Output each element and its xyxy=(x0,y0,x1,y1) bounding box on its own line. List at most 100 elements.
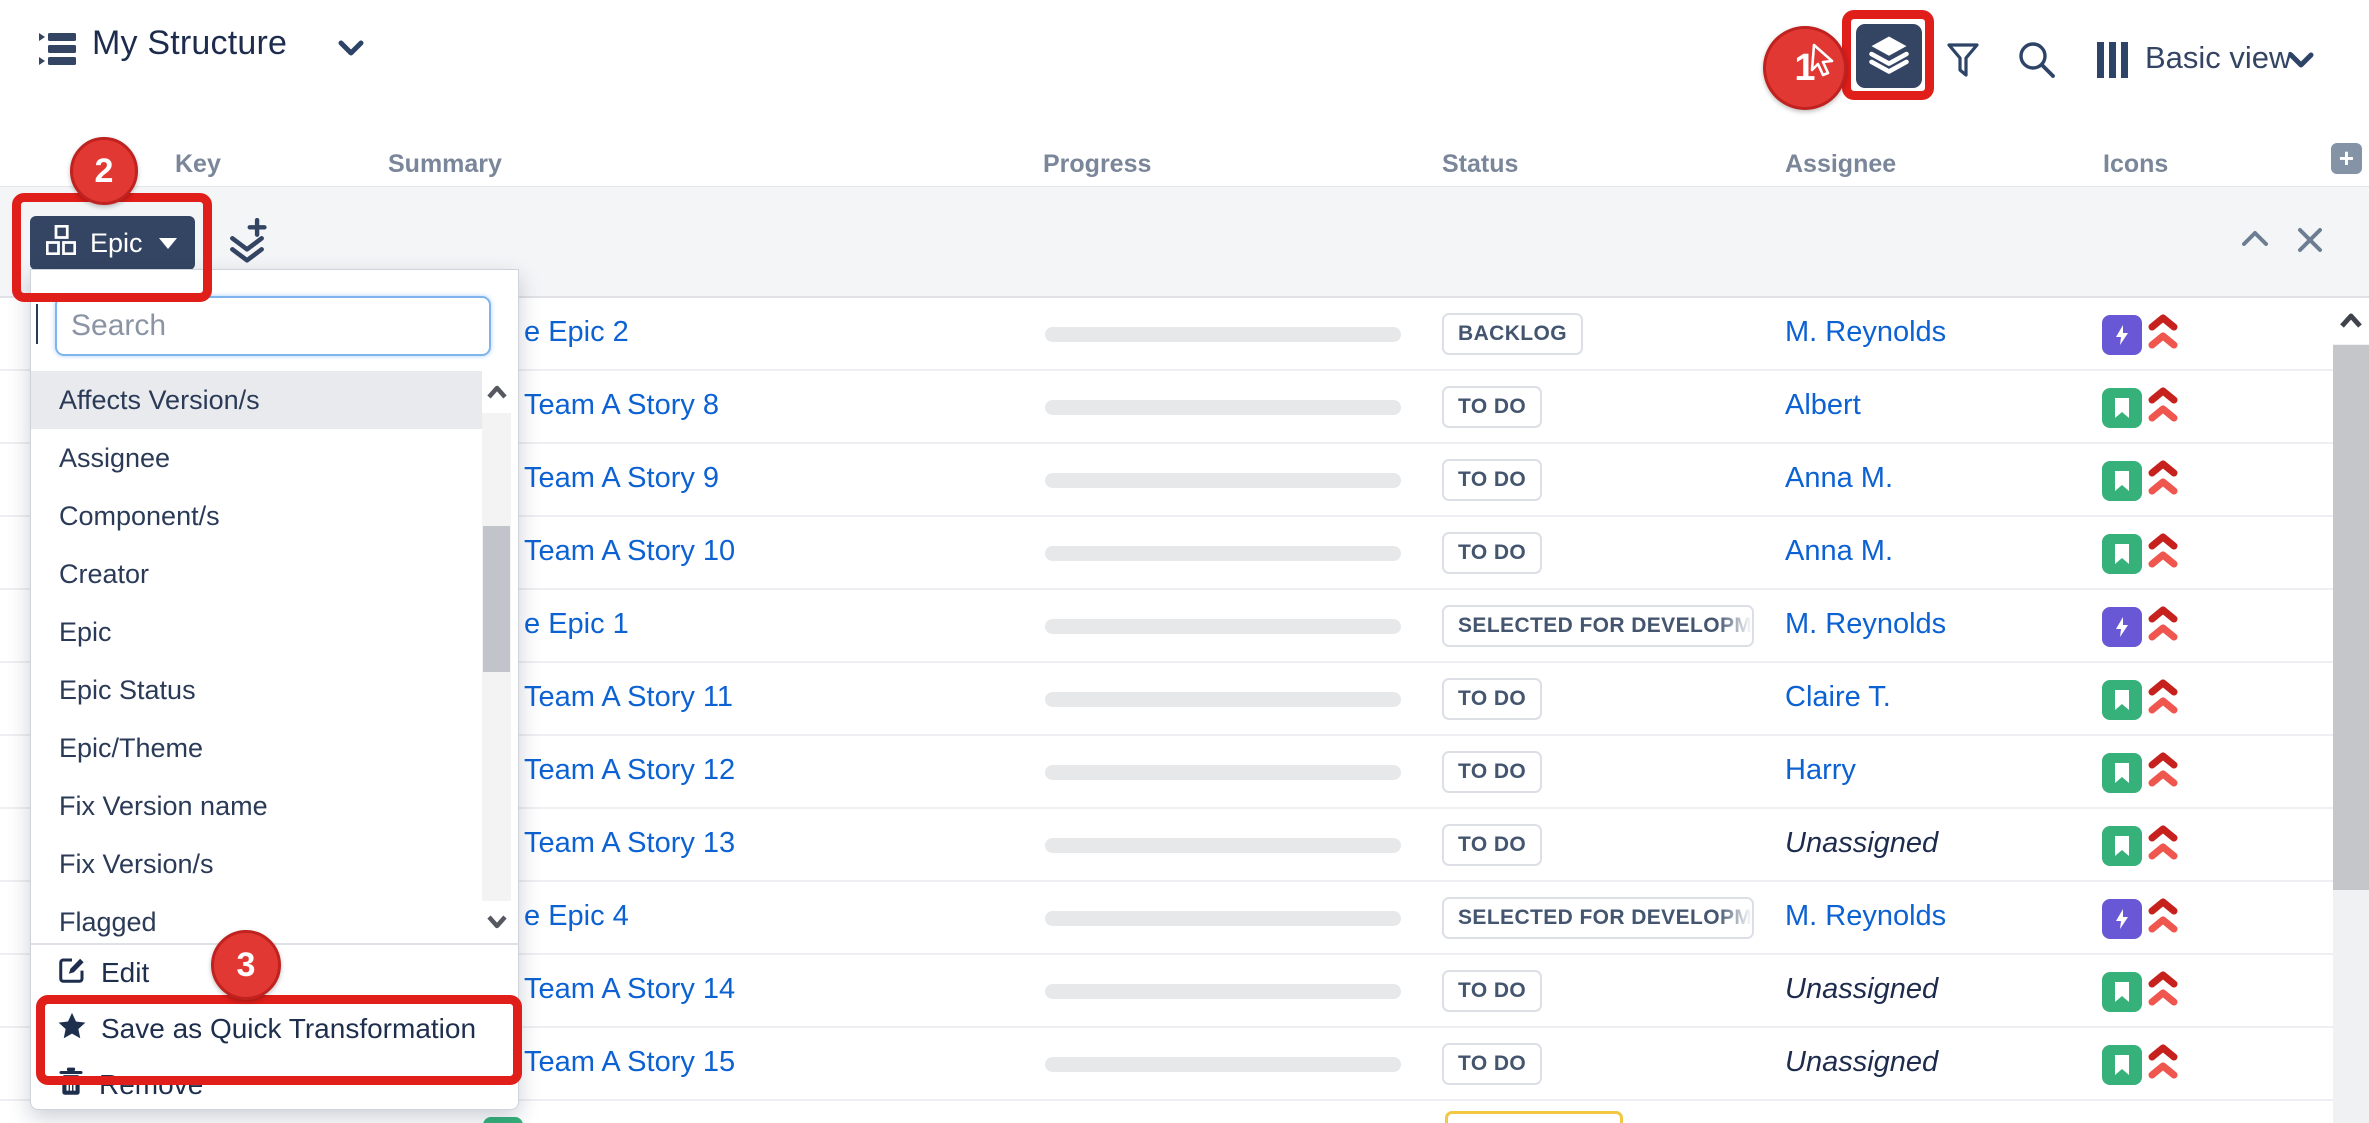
priority-highest-icon xyxy=(2148,459,2178,506)
status-badge: SELECTED FOR DEVELOPM xyxy=(1442,605,1754,647)
issue-summary-link[interactable]: Team A Story 12 xyxy=(524,754,735,787)
edit-icon xyxy=(57,955,87,992)
dropdown-search-input[interactable] xyxy=(55,296,491,356)
column-header-icons[interactable]: Icons xyxy=(2103,150,2168,179)
assignee-link[interactable]: M. Reynolds xyxy=(1785,608,1946,641)
story-type-icon xyxy=(2102,1045,2142,1085)
story-type-icon xyxy=(2102,534,2142,574)
annotation-circle-2: 2 xyxy=(70,137,138,205)
search-icon[interactable] xyxy=(2016,40,2060,87)
progress-bar xyxy=(1045,473,1401,488)
status-badge: TO DO xyxy=(1442,532,1542,574)
cursor-icon xyxy=(1808,43,1838,87)
progress-bar xyxy=(1045,765,1401,780)
list-item[interactable]: Fix Version name xyxy=(31,777,482,835)
status-badge: TO DO xyxy=(1442,970,1542,1012)
progress-bar xyxy=(1045,692,1401,707)
issue-summary-link[interactable]: Team A Story 14 xyxy=(524,973,735,1006)
story-type-icon xyxy=(2102,680,2142,720)
story-type-icon xyxy=(483,1117,523,1123)
priority-highest-icon xyxy=(2148,532,2178,579)
add-transformation-icon[interactable] xyxy=(225,218,269,271)
assignee-unassigned: Unassigned xyxy=(1785,827,1938,860)
priority-highest-icon xyxy=(2148,824,2178,871)
list-item[interactable]: Epic Status xyxy=(31,661,482,719)
progress-bar xyxy=(1045,838,1401,853)
story-type-icon xyxy=(2102,753,2142,793)
priority-highest-icon xyxy=(2148,678,2178,725)
column-header-summary[interactable]: Summary xyxy=(388,150,502,179)
annotation-rect-2 xyxy=(12,193,212,302)
assignee-unassigned: Unassigned xyxy=(1785,1046,1938,1079)
dropdown-scroll-up-icon[interactable] xyxy=(482,371,511,413)
list-item[interactable]: Component/s xyxy=(31,487,482,545)
issue-summary-link[interactable]: Team A Story 13 xyxy=(524,827,735,860)
column-header-key[interactable]: Key xyxy=(175,150,221,179)
column-header-progress[interactable]: Progress xyxy=(1043,150,1151,179)
structure-app: My Structure Basic view xyxy=(0,0,2369,1123)
assignee-link[interactable]: Harry xyxy=(1785,754,1856,787)
dropdown-scrollbar[interactable] xyxy=(482,371,511,943)
dropdown-scrollbar-thumb[interactable] xyxy=(483,526,510,672)
assignee-link[interactable]: M. Reynolds xyxy=(1785,900,1946,933)
scroll-up-icon[interactable] xyxy=(2333,298,2369,344)
edit-label: Edit xyxy=(101,957,149,989)
priority-highest-icon xyxy=(2148,970,2178,1017)
column-header-status[interactable]: Status xyxy=(1442,150,1518,179)
list-item[interactable]: Affects Version/s xyxy=(31,371,482,429)
filter-icon[interactable] xyxy=(1946,42,1980,85)
assignee-link[interactable]: Anna M. xyxy=(1785,535,1893,568)
issue-summary-link[interactable]: e Epic 1 xyxy=(524,608,629,641)
close-toolbar-icon[interactable] xyxy=(2296,226,2324,259)
story-type-icon xyxy=(2102,972,2142,1012)
progress-bar xyxy=(1045,911,1401,926)
assignee-link[interactable]: Anna M. xyxy=(1785,462,1893,495)
structure-switch-chevron-icon[interactable] xyxy=(338,38,364,63)
priority-highest-icon xyxy=(2148,386,2178,433)
list-item[interactable]: Fix Version/s xyxy=(31,835,482,893)
view-selector-chevron-icon[interactable] xyxy=(2288,50,2314,75)
assignee-link[interactable]: Claire T. xyxy=(1785,681,1891,714)
story-type-icon xyxy=(2102,826,2142,866)
priority-highest-icon xyxy=(2148,751,2178,798)
progress-bar xyxy=(1045,619,1401,634)
priority-highest-icon xyxy=(2148,313,2178,360)
annotation-rect-1 xyxy=(1842,10,1934,100)
annotation-number-3: 3 xyxy=(237,946,256,985)
assignee-link[interactable]: M. Reynolds xyxy=(1785,316,1946,349)
view-selector[interactable]: Basic view xyxy=(2145,40,2291,76)
table-scrollbar[interactable] xyxy=(2333,298,2369,1123)
list-item[interactable]: Creator xyxy=(31,545,482,603)
annotation-number-2: 2 xyxy=(95,152,114,191)
progress-bar xyxy=(1045,546,1401,561)
status-badge: TO DO xyxy=(1442,824,1542,866)
issue-summary-link[interactable]: Team A Story 8 xyxy=(524,389,719,422)
column-header-assignee[interactable]: Assignee xyxy=(1785,150,1896,179)
add-column-button[interactable]: + xyxy=(2331,143,2362,174)
issue-summary-link[interactable]: Team A Story 10 xyxy=(524,535,735,568)
issue-summary-link[interactable]: Team A Story 9 xyxy=(524,462,719,495)
text-caret xyxy=(36,304,38,344)
issue-summary-link[interactable]: e Epic 2 xyxy=(524,316,629,349)
columns-icon[interactable] xyxy=(2097,40,2129,85)
priority-highest-icon xyxy=(2148,897,2178,944)
annotation-circle-3: 3 xyxy=(211,930,281,1000)
dropdown-scroll-down-icon[interactable] xyxy=(482,901,511,943)
issue-summary-link[interactable]: Team A Story 11 xyxy=(524,681,733,714)
progress-bar xyxy=(1045,1057,1401,1072)
scrollbar-thumb[interactable] xyxy=(2333,345,2369,890)
issue-summary-link[interactable]: e Epic 4 xyxy=(524,900,629,933)
list-item[interactable]: Epic xyxy=(31,603,482,661)
field-list: Affects Version/s Assignee Component/s C… xyxy=(31,371,482,943)
status-badge-inprogress-sliver xyxy=(1445,1111,1623,1123)
issue-summary-link[interactable]: Team A Story 15 xyxy=(524,1046,735,1079)
epic-type-icon xyxy=(2102,899,2142,939)
annotation-circle-1: 1 xyxy=(1763,26,1847,110)
page-title: My Structure xyxy=(92,24,287,63)
status-badge: TO DO xyxy=(1442,386,1542,428)
status-badge: TO DO xyxy=(1442,459,1542,501)
collapse-toolbar-icon[interactable] xyxy=(2240,226,2270,257)
list-item[interactable]: Assignee xyxy=(31,429,482,487)
list-item[interactable]: Epic/Theme xyxy=(31,719,482,777)
assignee-link[interactable]: Albert xyxy=(1785,389,1861,422)
